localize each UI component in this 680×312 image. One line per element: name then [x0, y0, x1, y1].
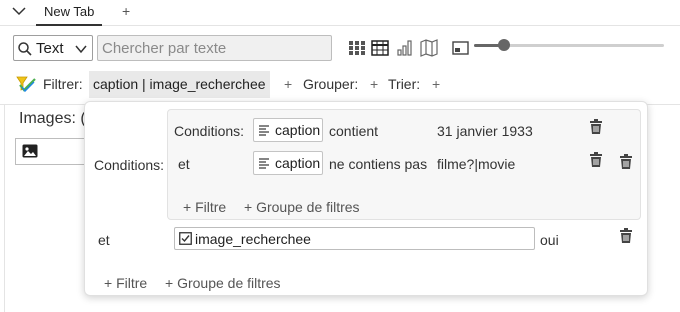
boolean-field-chip[interactable]: image_recherchee — [174, 227, 535, 250]
add-group-button[interactable]: + — [370, 76, 378, 92]
group-label: Grouper: — [303, 76, 359, 92]
add-tab-button[interactable]: + — [122, 3, 130, 19]
table-view-icon[interactable] — [371, 39, 389, 57]
image-icon — [22, 144, 38, 158]
field-name: caption — [275, 122, 321, 138]
image-field-input[interactable] — [15, 138, 95, 165]
field-name: caption — [275, 155, 321, 171]
active-filter-chip[interactable]: caption | image_recherchee — [89, 71, 270, 98]
images-label-text: Images: — [19, 110, 76, 127]
chevron-down-icon[interactable] — [10, 2, 28, 20]
search-input[interactable] — [97, 35, 332, 61]
zoom-slider-thumb[interactable] — [498, 39, 511, 51]
chevron-down-icon — [75, 45, 87, 54]
condition-value[interactable]: oui — [540, 232, 559, 248]
search-icon — [18, 42, 32, 56]
map-view-icon[interactable] — [420, 39, 438, 57]
add-filter-button[interactable]: + — [284, 76, 292, 92]
field-name: image_recherchee — [195, 231, 311, 247]
delete-condition-icon[interactable] — [619, 228, 633, 244]
outer-conditions-label: Conditions: — [94, 157, 165, 173]
chart-view-icon[interactable] — [396, 39, 414, 57]
condition-value[interactable]: 31 janvier 1933 — [437, 123, 533, 139]
text-field-icon — [259, 158, 269, 169]
filter-icon — [16, 76, 36, 93]
field-chip-caption[interactable]: caption — [253, 118, 323, 142]
checkbox-icon — [179, 232, 192, 245]
add-filter-in-group-button[interactable]: + Filtre — [183, 199, 226, 215]
condition-prefix-and: et — [178, 156, 190, 172]
add-filter-group-in-group-button[interactable]: + Groupe de filtres — [244, 199, 360, 215]
tab-new-tab[interactable]: New Tab — [36, 0, 103, 26]
add-sort-button[interactable]: + — [432, 76, 440, 92]
panel-border — [4, 104, 5, 312]
filter-label: Filtrer: — [43, 76, 83, 92]
image-size-icon — [452, 41, 469, 55]
field-chip-caption[interactable]: caption — [253, 151, 323, 175]
add-filter-button[interactable]: + Filtre — [104, 275, 147, 291]
condition-operator[interactable]: ne contiens pas — [329, 156, 427, 172]
tab-bar: New Tab + — [0, 0, 680, 26]
condition-operator[interactable]: contient — [329, 123, 378, 139]
images-label: Images: ( — [19, 110, 86, 128]
delete-condition-icon[interactable] — [589, 152, 603, 168]
outer-condition-prefix: et — [98, 232, 110, 248]
delete-group-icon[interactable] — [619, 154, 633, 170]
grid-view-icon[interactable] — [348, 39, 366, 57]
add-filter-group-button[interactable]: + Groupe de filtres — [165, 275, 281, 291]
text-field-icon — [259, 125, 269, 136]
delete-condition-icon[interactable] — [589, 119, 603, 135]
search-type-select[interactable]: Text — [13, 35, 93, 61]
condition-value[interactable]: filme?|movie — [437, 156, 515, 172]
sort-label: Trier: — [388, 76, 421, 92]
search-type-label: Text — [36, 40, 64, 57]
condition-prefix: Conditions: — [174, 123, 245, 139]
